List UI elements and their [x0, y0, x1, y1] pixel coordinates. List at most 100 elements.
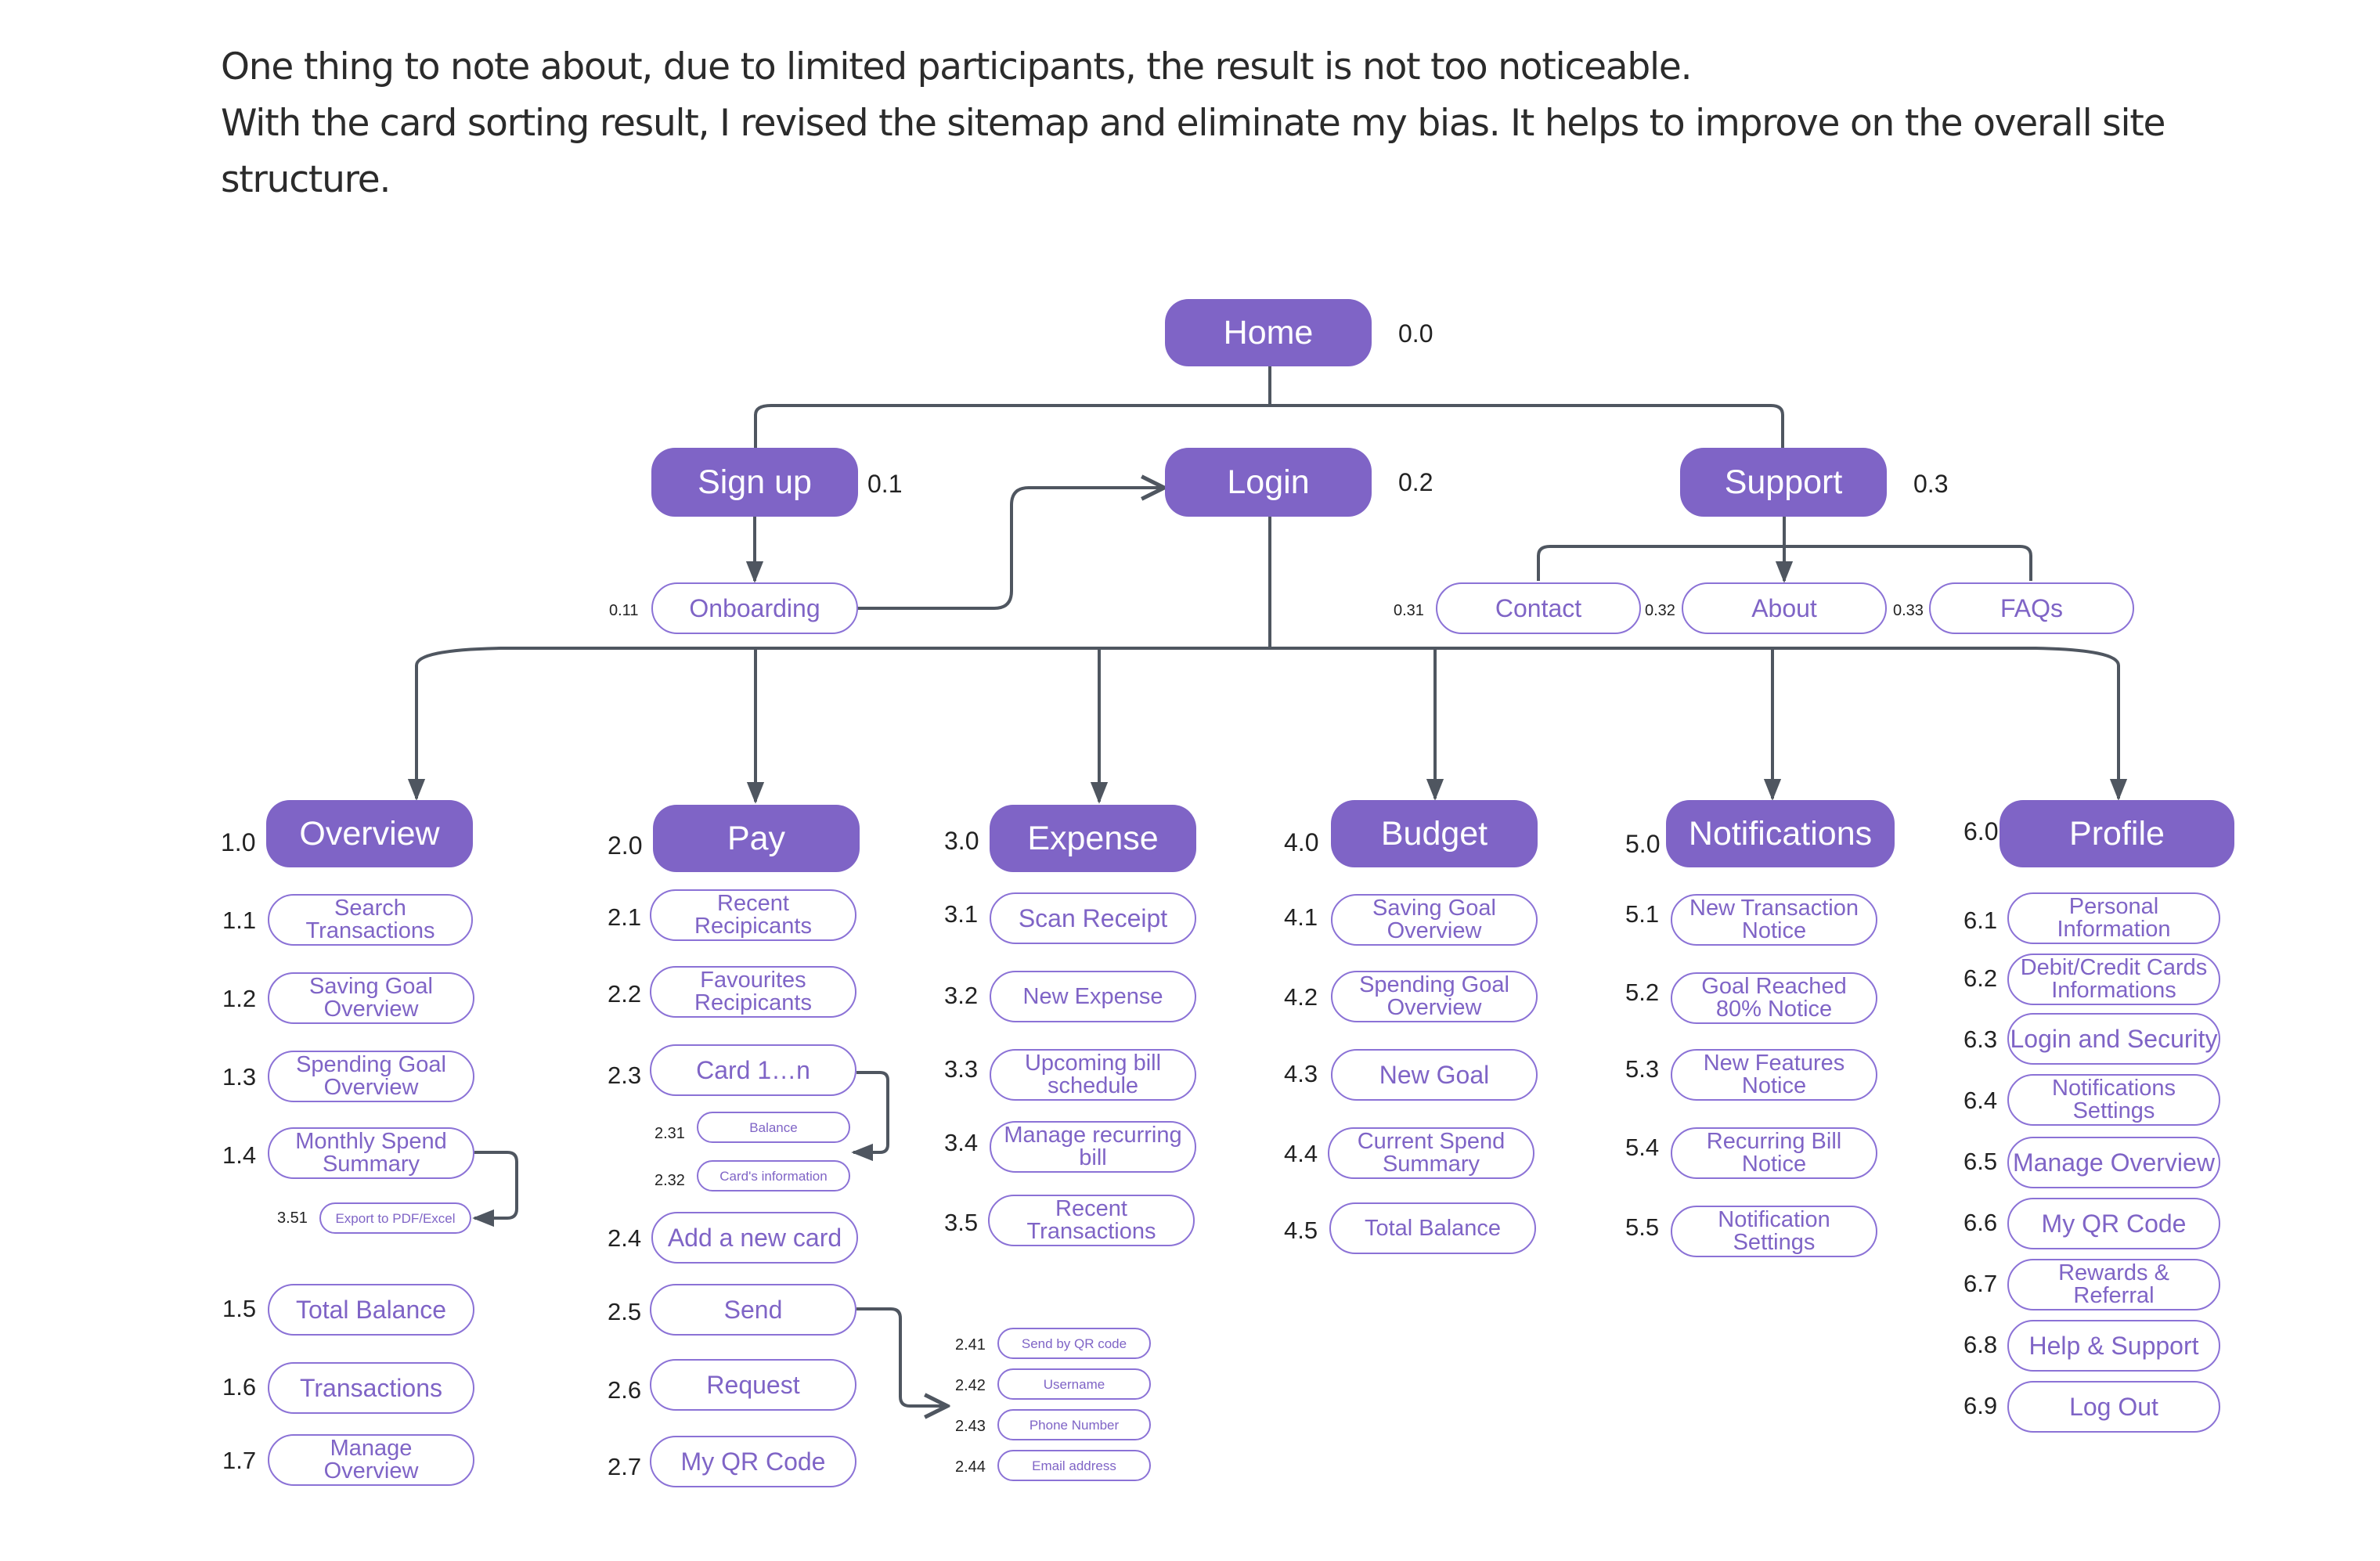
item-card-information[interactable]: Card's information: [697, 1160, 850, 1191]
item-spending-goal-overview[interactable]: Spending Goal Overview: [268, 1051, 474, 1102]
item-transactions[interactable]: Transactions: [268, 1362, 474, 1414]
connector-support-bus: [1537, 545, 2032, 581]
item-new-expense[interactable]: New Expense: [990, 971, 1196, 1022]
item-send[interactable]: Send: [650, 1284, 856, 1336]
item-number: 4.3: [1284, 1060, 1318, 1087]
item-monthly-spend-summary[interactable]: Monthly Spend Summary: [268, 1127, 474, 1179]
item-current-spend-summary[interactable]: Current Spend Summary: [1328, 1127, 1534, 1179]
node-login[interactable]: Login: [1165, 448, 1372, 517]
item-recent-transactions[interactable]: Recent Transactions: [988, 1195, 1195, 1246]
item-manage-overview[interactable]: Manage Overview: [268, 1434, 474, 1486]
connector-onboarding-login: [857, 488, 1164, 610]
item-upcoming-bill-schedule[interactable]: Upcoming bill schedule: [990, 1049, 1196, 1101]
item-number: 5.1: [1625, 900, 1660, 928]
item-log-out[interactable]: Log Out: [2007, 1381, 2220, 1433]
item-number: 6.1: [1964, 907, 1998, 934]
item-profile-my-qr-code[interactable]: My QR Code: [2007, 1198, 2220, 1249]
item-personal-information[interactable]: Personal Information: [2007, 892, 2220, 944]
item-number: 2.31: [654, 1125, 685, 1142]
item-help-support[interactable]: Help & Support: [2007, 1320, 2220, 1372]
node-faqs[interactable]: FAQs: [1929, 582, 2134, 634]
node-about[interactable]: About: [1682, 582, 1887, 634]
item-number: 1.6: [222, 1373, 257, 1401]
item-new-features-notice[interactable]: New Features Notice: [1671, 1049, 1877, 1101]
section-expense[interactable]: Expense: [990, 805, 1196, 872]
item-saving-goal-overview[interactable]: Saving Goal Overview: [268, 972, 474, 1024]
item-number: 2.6: [608, 1376, 642, 1404]
item-number: 1.5: [222, 1295, 257, 1322]
item-new-transaction-notice[interactable]: New Transaction Notice: [1671, 894, 1877, 946]
connector-home-bus: [754, 404, 1784, 448]
item-number: 5.2: [1625, 979, 1660, 1006]
item-search-transactions[interactable]: Search Transactions: [268, 894, 473, 946]
item-send-username[interactable]: Username: [997, 1368, 1151, 1400]
item-scan-receipt[interactable]: Scan Receipt: [990, 892, 1196, 944]
section-notifications[interactable]: Notifications: [1666, 800, 1895, 867]
intro-line-1: One thing to note about, due to limited …: [221, 45, 1693, 88]
item-number: 2.3: [608, 1062, 642, 1089]
item-number: 6.2: [1964, 964, 1998, 992]
node-login-number: 0.2: [1398, 468, 1433, 496]
item-number: 6.6: [1964, 1209, 1998, 1236]
section-budget[interactable]: Budget: [1331, 800, 1538, 867]
item-recent-recipients[interactable]: Recent Recipicants: [650, 889, 856, 941]
node-contact[interactable]: Contact: [1436, 582, 1641, 634]
item-number: 2.1: [608, 903, 642, 931]
node-home-number: 0.0: [1398, 319, 1433, 348]
item-budget-saving-goal[interactable]: Saving Goal Overview: [1331, 894, 1538, 946]
item-recurring-bill-notice[interactable]: Recurring Bill Notice: [1671, 1127, 1877, 1179]
node-support-number: 0.3: [1913, 470, 1949, 498]
item-my-qr-code-pay[interactable]: My QR Code: [650, 1436, 856, 1487]
node-home[interactable]: Home: [1165, 299, 1372, 366]
item-send-by-qr-code[interactable]: Send by QR code: [997, 1328, 1151, 1359]
node-signup-number: 0.1: [867, 470, 903, 498]
item-number: 4.5: [1284, 1217, 1318, 1244]
section-pay[interactable]: Pay: [653, 805, 860, 872]
intro-line-2: With the card sorting result, I revised …: [221, 102, 2165, 201]
node-signup[interactable]: Sign up: [651, 448, 858, 517]
item-number: 3.3: [944, 1055, 979, 1083]
item-budget-total-balance[interactable]: Total Balance: [1329, 1202, 1536, 1254]
node-contact-number: 0.31: [1394, 602, 1424, 619]
item-new-goal[interactable]: New Goal: [1331, 1049, 1538, 1101]
item-number: 6.7: [1964, 1270, 1998, 1297]
section-overview-number: 1.0: [221, 828, 256, 856]
item-send-email-address[interactable]: Email address: [997, 1450, 1151, 1481]
section-profile[interactable]: Profile: [2000, 800, 2234, 867]
item-number: 3.5: [944, 1209, 979, 1236]
item-goal-reached-notice[interactable]: Goal Reached 80% Notice: [1671, 972, 1877, 1024]
item-card-list[interactable]: Card 1…n: [650, 1044, 856, 1096]
item-rewards-referral[interactable]: Rewards & Referral: [2007, 1259, 2220, 1310]
item-number: 4.2: [1284, 983, 1318, 1011]
item-card-balance[interactable]: Balance: [697, 1112, 850, 1143]
item-number: 5.4: [1625, 1134, 1660, 1161]
item-number: 2.32: [654, 1172, 685, 1189]
item-manage-recurring-bill[interactable]: Manage recurring bill: [990, 1121, 1196, 1173]
item-number: 3.2: [944, 982, 979, 1009]
intro-text: One thing to note about, due to limited …: [221, 39, 2256, 208]
item-login-and-security[interactable]: Login and Security: [2007, 1013, 2220, 1065]
node-onboarding[interactable]: Onboarding: [651, 582, 858, 634]
item-number: 1.4: [222, 1141, 257, 1169]
item-number: 2.4: [608, 1224, 642, 1252]
node-about-number: 0.32: [1645, 602, 1675, 619]
item-request[interactable]: Request: [650, 1359, 856, 1411]
item-profile-manage-overview[interactable]: Manage Overview: [2007, 1137, 2220, 1188]
item-number: 1.2: [222, 985, 257, 1012]
item-add-new-card[interactable]: Add a new card: [651, 1212, 858, 1264]
item-total-balance[interactable]: Total Balance: [268, 1284, 474, 1336]
item-send-phone-number[interactable]: Phone Number: [997, 1409, 1151, 1440]
node-support[interactable]: Support: [1680, 448, 1887, 517]
section-budget-number: 4.0: [1284, 828, 1319, 856]
item-number: 4.1: [1284, 903, 1318, 931]
connector-send-options: [856, 1307, 947, 1406]
item-notification-settings[interactable]: Notification Settings: [1671, 1206, 1877, 1257]
item-number: 5.3: [1625, 1055, 1660, 1083]
item-export-pdf-excel[interactable]: Export to PDF/Excel: [319, 1202, 471, 1234]
item-profile-notifications-settings[interactable]: Notifications Settings: [2007, 1074, 2220, 1126]
item-debit-credit-cards[interactable]: Debit/Credit Cards Informations: [2007, 954, 2220, 1005]
section-overview[interactable]: Overview: [266, 800, 473, 867]
item-favourite-recipients[interactable]: Favourites Recipicants: [650, 966, 856, 1018]
item-budget-spending-goal[interactable]: Spending Goal Overview: [1331, 971, 1538, 1022]
item-number: 3.1: [944, 900, 979, 928]
